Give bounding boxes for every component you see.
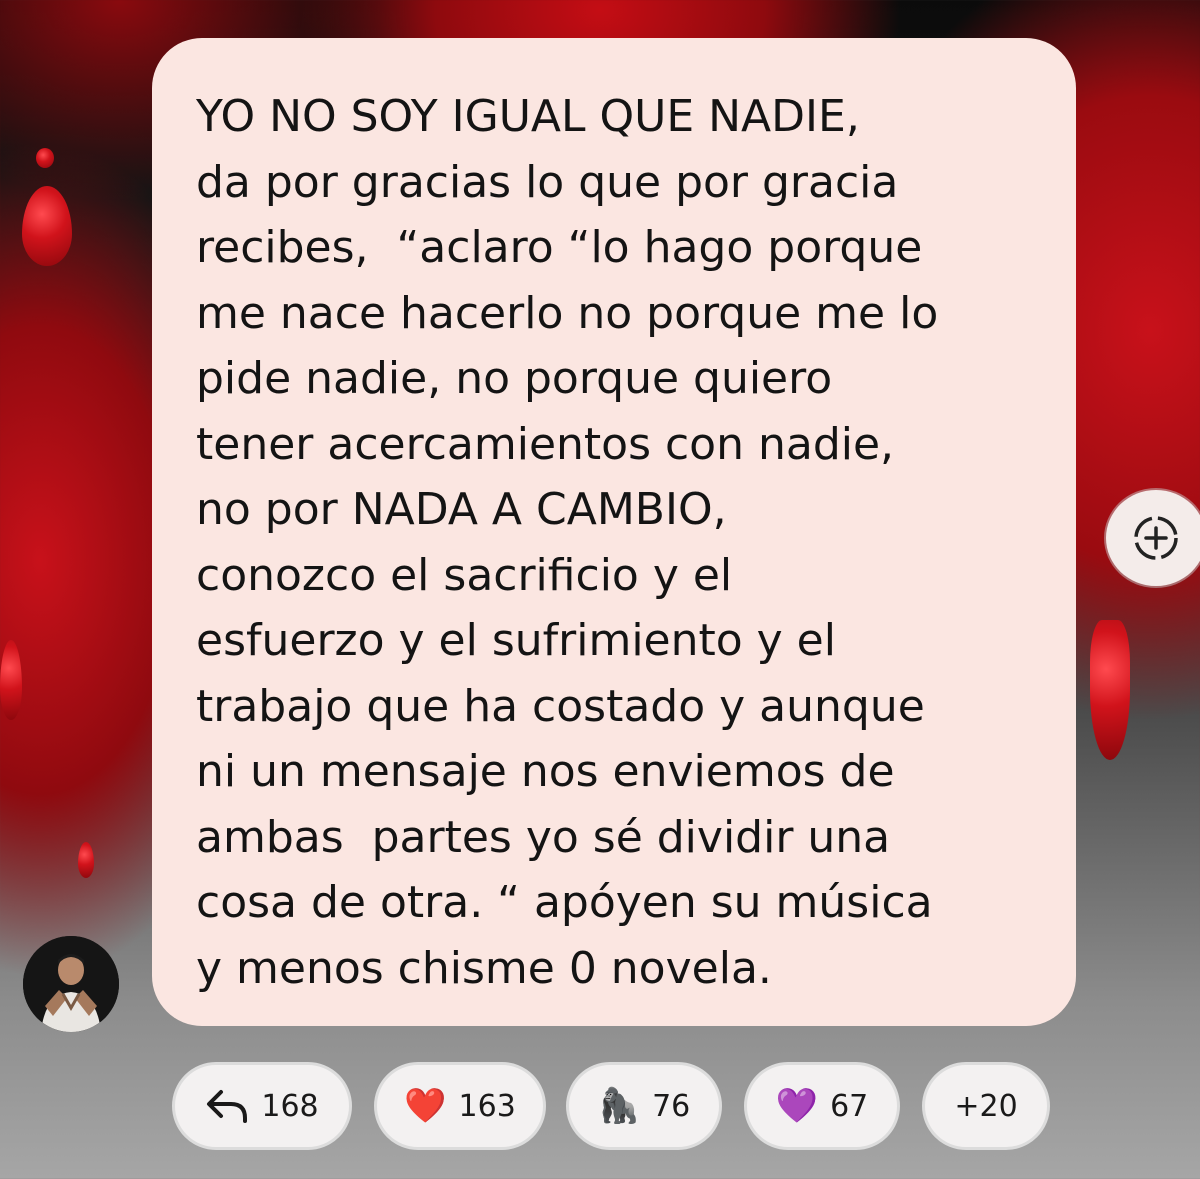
message-line: me nace hacerlo no porque me lo — [196, 287, 939, 339]
reaction-count: 67 — [830, 1088, 869, 1124]
reaction-chip-gorilla[interactable]: 🦍 76 — [566, 1062, 722, 1150]
message-line: trabajo que ha costado y aunque — [196, 680, 925, 732]
purple-heart-icon: 💜 — [775, 1086, 819, 1126]
message-line: ambas partes yo sé dividir una — [196, 811, 891, 863]
message-line: pide nadie, no porque quiero — [196, 353, 833, 404]
message-line: da por gracias lo que por gracia — [196, 156, 899, 208]
red-heart-icon: ❤️ — [404, 1086, 447, 1126]
message-line: tener acercamientos con nadie, — [196, 418, 895, 470]
message-text: YO NO SOY IGUAL QUE NADIE, da por gracia… — [196, 84, 1036, 1001]
message-line: YO NO SOY IGUAL QUE NADIE, — [196, 91, 860, 142]
reaction-count: 163 — [458, 1088, 516, 1124]
message-line: no por NADA A CAMBIO, — [196, 484, 727, 535]
blood-drip-decoration — [1090, 620, 1130, 760]
add-reaction-icon — [1134, 516, 1178, 560]
more-reactions-chip[interactable]: +20 — [922, 1062, 1050, 1150]
reply-count: 168 — [261, 1088, 319, 1124]
reaction-chip-heart[interactable]: ❤️ 163 — [374, 1062, 546, 1150]
reply-arrow-icon — [207, 1090, 248, 1123]
blood-drip-decoration — [0, 640, 22, 720]
message-bubble: YO NO SOY IGUAL QUE NADIE, da por gracia… — [152, 38, 1076, 1026]
blood-drip-decoration — [22, 186, 72, 266]
reply-chip[interactable]: 168 — [172, 1062, 352, 1150]
avatar[interactable] — [23, 936, 119, 1032]
blood-drip-decoration — [78, 842, 94, 878]
more-reactions-label: +20 — [954, 1088, 1018, 1124]
blood-drip-decoration — [36, 148, 54, 168]
reaction-chip-purple-heart[interactable]: 💜 67 — [744, 1062, 900, 1150]
gorilla-icon: 🦍 — [597, 1086, 641, 1126]
message-line: recibes, “aclaro “lo hago porque — [196, 222, 923, 273]
message-line: cosa de otra. “ apóyen su música — [196, 877, 933, 928]
reaction-count: 76 — [652, 1088, 691, 1124]
message-line: ni un mensaje nos enviemos de — [196, 746, 895, 797]
add-reaction-button[interactable] — [1106, 490, 1200, 586]
message-line: conozco el sacrificio y el — [196, 549, 733, 601]
message-line: y menos chisme 0 novela. — [196, 942, 772, 994]
message-line: esfuerzo y el sufrimiento y el — [196, 615, 836, 666]
